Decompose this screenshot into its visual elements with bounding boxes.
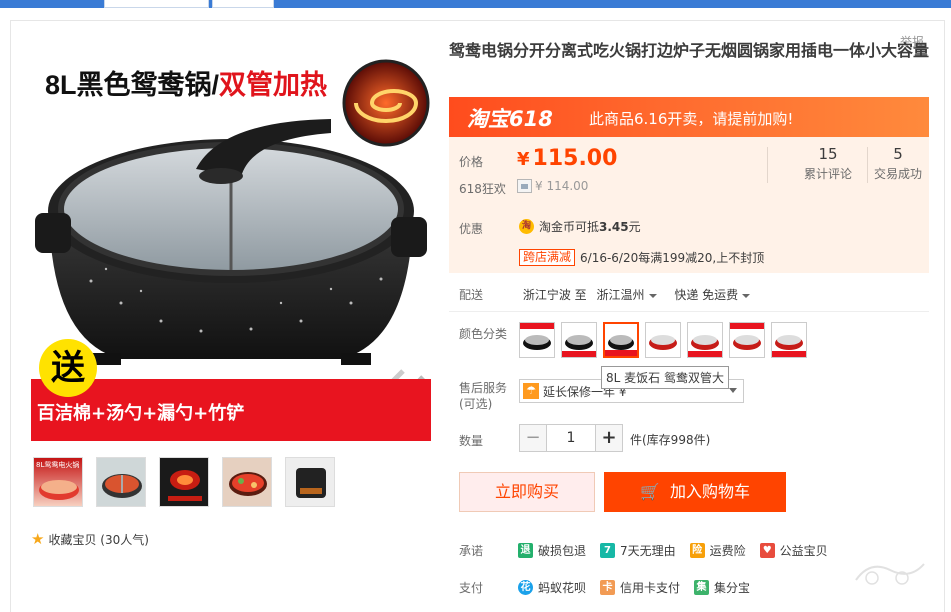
quantity-plus-button[interactable]: + xyxy=(595,424,623,452)
price-label: 价格 xyxy=(459,155,484,169)
star-icon: ★ xyxy=(31,530,45,548)
divider xyxy=(449,311,929,312)
quantity-minus-button[interactable]: − xyxy=(519,424,547,452)
thumb-heater-icon xyxy=(168,470,202,501)
cross-store-tag[interactable]: 跨店满减 xyxy=(519,249,576,266)
top-nav-bar xyxy=(0,0,951,8)
swatch-pot-icon xyxy=(605,335,637,356)
top-tab-1[interactable] xyxy=(104,0,209,8)
stock-text: 件(库存998件) xyxy=(630,433,711,447)
price-box: 价格 ¥115.00 618狂欢 ¥ 114.00 15 累计评论 5 交易成功 xyxy=(449,137,929,205)
delivery-method[interactable]: 快递 免运费 xyxy=(674,288,751,302)
umbrella-icon: ☂ xyxy=(523,383,539,399)
chevron-down-icon xyxy=(742,293,751,298)
thumbnail-3[interactable] xyxy=(159,457,209,507)
promise-row: 承诺 退破损包退 7 7天无理由 险运费险 ♥ 公益宝贝 xyxy=(459,542,828,559)
thumb-pot-icon xyxy=(102,474,142,498)
payment-item-huabei[interactable]: 花蚂蚁花呗 xyxy=(518,579,586,596)
heart-icon: ♥ xyxy=(759,543,775,558)
review-count[interactable]: 15 累计评论 xyxy=(783,145,873,182)
thumb-food-icon xyxy=(229,472,267,496)
damage-return-icon: 退 xyxy=(518,543,533,558)
quantity-row-label: 数量 xyxy=(459,434,484,448)
gift-banner: 百洁棉+汤勺+漏勺+竹铲 xyxy=(31,379,431,441)
cart-icon: 🛒 xyxy=(640,482,660,501)
payment-item-credit-card[interactable]: 卡信用卡支付 xyxy=(600,579,680,596)
swatch-pot-icon xyxy=(649,335,677,350)
add-to-cart-button[interactable]: 🛒 加入购物车 xyxy=(604,472,786,512)
service-row-label: 售后服务 (可选) xyxy=(459,381,508,411)
quantity-input[interactable]: 1 xyxy=(547,424,595,452)
thumbnail-1[interactable]: 8L鸳鸯电火锅 xyxy=(33,457,83,507)
delivery-row: 配送 浙江宁波 至 浙江温州 快递 免运费 xyxy=(459,286,751,303)
huabei-icon: 花 xyxy=(518,580,533,595)
quantity-stepper: − 1 + xyxy=(519,424,623,452)
promise-item-charity[interactable]: ♥ 公益宝贝 xyxy=(759,542,828,559)
promise-item-damage-return[interactable]: 退破损包退 xyxy=(518,542,586,559)
swatch-tooltip: 8L 麦饭石 鸳鸯双管大 xyxy=(601,366,729,389)
broken-image-icon xyxy=(517,179,532,193)
color-swatches xyxy=(519,322,807,358)
swatch-pot-icon xyxy=(772,335,806,357)
swatch-pot-icon xyxy=(520,323,554,350)
credit-card-icon: 卡 xyxy=(600,580,616,595)
swatch-pot-icon xyxy=(730,323,764,350)
top-tab-2[interactable] xyxy=(212,0,274,8)
thumbnail-5[interactable] xyxy=(285,457,335,507)
product-title: 鸳鸯电锅分开分离式吃火锅打边炉子无烟圆锅家用插电一体小大容量 xyxy=(449,41,930,60)
thumb-hand-icon xyxy=(296,468,326,498)
color-swatch-4[interactable] xyxy=(645,322,681,358)
price-value: ¥115.00 xyxy=(517,146,618,171)
banner-message: 此商品6.16开卖，请提前加购! xyxy=(589,110,794,128)
swatch-pot-icon xyxy=(688,335,722,357)
color-swatch-3-selected[interactable] xyxy=(603,322,639,358)
promotions-label: 优惠 xyxy=(459,222,484,236)
image-headline: 8L黑色鸳鸯锅/双管加热 xyxy=(45,70,328,100)
promise-item-7day[interactable]: 7 7天无理由 xyxy=(600,542,676,559)
favorite-button[interactable]: ★ 收藏宝贝 (30人气) xyxy=(31,531,149,548)
color-swatch-2[interactable] xyxy=(561,322,597,358)
seven-day-icon: 7 xyxy=(600,543,616,558)
jifenbao-icon: 集 xyxy=(694,580,710,595)
chevron-down-icon xyxy=(648,293,657,298)
payment-item-jifenbao[interactable]: 集集分宝 xyxy=(694,579,750,596)
thumb-pot-icon xyxy=(39,480,79,500)
taobao-618-logo: 淘宝618 xyxy=(467,107,553,131)
promise-item-shipping-insurance[interactable]: 险运费险 xyxy=(689,542,746,559)
chevron-down-icon xyxy=(729,388,737,393)
color-swatch-5[interactable] xyxy=(687,322,723,358)
festival-price: ¥ 114.00 xyxy=(517,179,588,193)
sales-count[interactable]: 5 交易成功 xyxy=(867,145,929,182)
gift-text: 百洁棉+汤勺+漏勺+竹铲 xyxy=(37,403,245,424)
main-product-image[interactable]: 8L黑色鸳鸯锅/双管加热 百洁棉+汤勺+漏勺+竹铲 送 xyxy=(31,41,431,441)
cross-store-discount: 跨店满减 6/16-6/20每满199减20,上不封顶 xyxy=(519,249,764,266)
delivery-from: 浙江宁波 至 xyxy=(522,288,587,302)
festival-label: 618狂欢 xyxy=(459,182,506,196)
delivery-destination[interactable]: 浙江温州 xyxy=(596,288,657,302)
payment-row: 支付 花蚂蚁花呗 卡信用卡支付 集集分宝 xyxy=(459,579,751,596)
watermark-logo xyxy=(855,563,925,585)
color-swatch-7[interactable] xyxy=(771,322,807,358)
swatch-pot-icon xyxy=(562,335,596,357)
color-swatch-6[interactable] xyxy=(729,322,765,358)
promotions-box: 优惠 淘 淘金币可抵3.45元 跨店满减 6/16-6/20每满199减20,上… xyxy=(449,205,929,273)
coin-discount: 淘 淘金币可抵3.45元 xyxy=(519,218,641,235)
thumbnail-4[interactable] xyxy=(222,457,272,507)
buy-now-button[interactable]: 立即购买 xyxy=(459,472,595,512)
thumbnail-strip: 8L鸳鸯电火锅 xyxy=(33,457,335,507)
promo-618-banner: 淘宝618 此商品6.16开卖，请提前加购! xyxy=(449,97,929,137)
taobao-coin-icon: 淘 xyxy=(519,219,534,234)
divider xyxy=(767,147,768,183)
insurance-icon: 险 xyxy=(689,543,705,558)
color-swatch-1[interactable] xyxy=(519,322,555,358)
color-row-label: 颜色分类 xyxy=(459,327,508,341)
gift-badge: 送 xyxy=(39,339,97,397)
thumbnail-2[interactable] xyxy=(96,457,146,507)
